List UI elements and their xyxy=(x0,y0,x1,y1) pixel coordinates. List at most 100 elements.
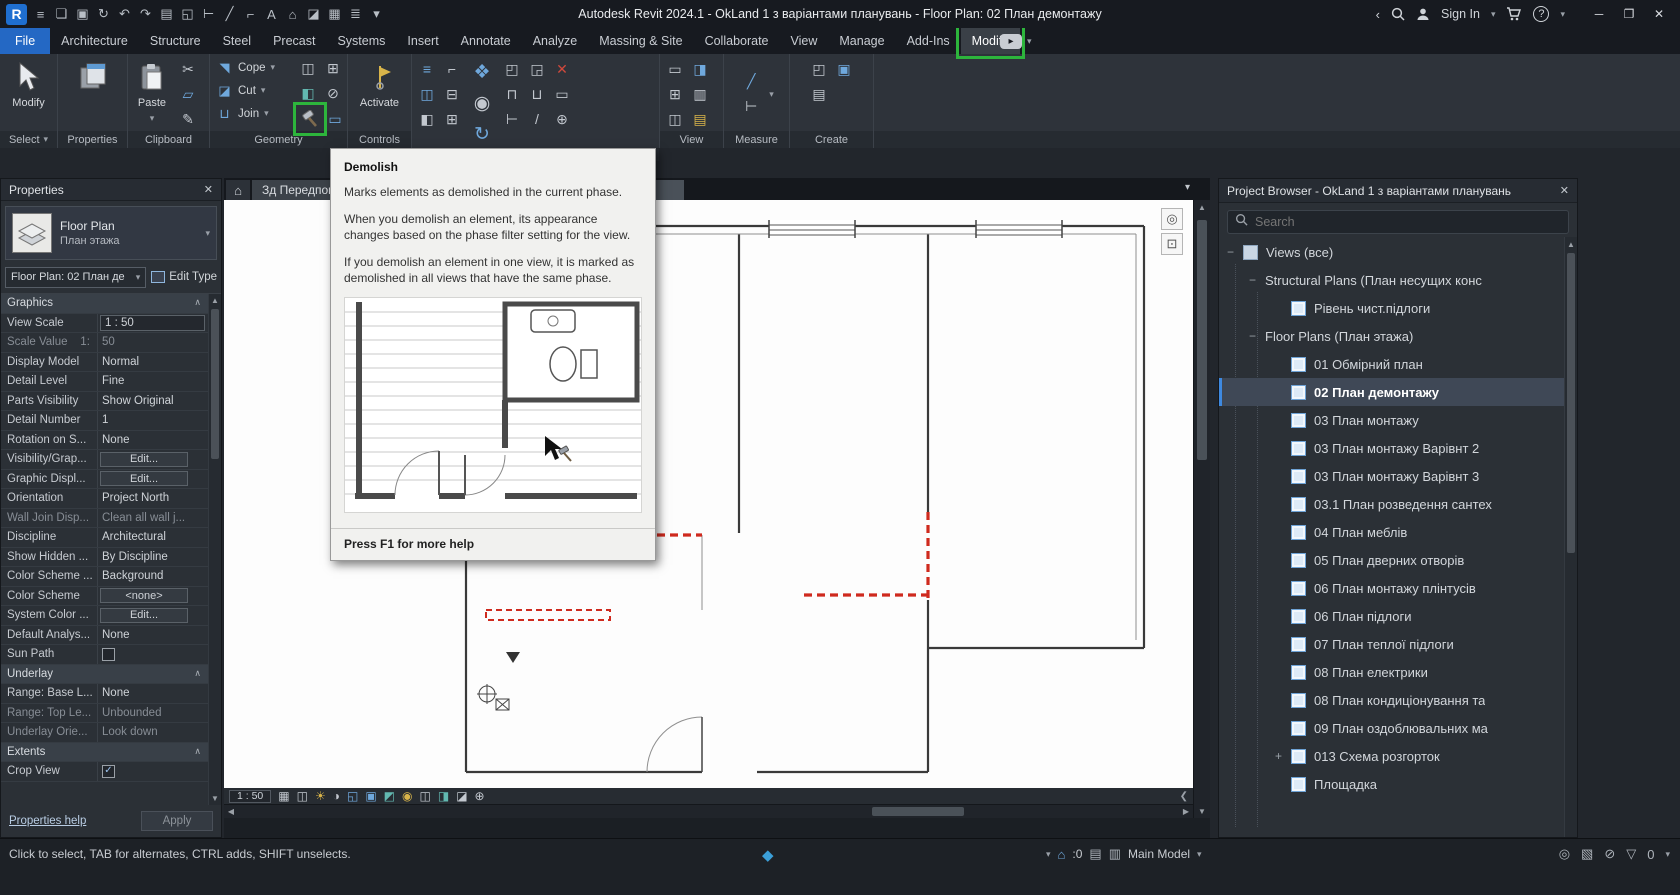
property-value[interactable]: Fine xyxy=(98,375,208,387)
browser-tree-item[interactable]: 07 План теплої підлоги xyxy=(1219,630,1564,658)
property-row[interactable]: Range: Base L... None xyxy=(1,684,208,704)
property-value[interactable]: Normal xyxy=(98,356,208,368)
property-row[interactable]: Wall Join Disp... Clean all wall j... xyxy=(1,508,208,528)
browser-tree-item[interactable]: 03 План монтажу Варівнт 3 xyxy=(1219,462,1564,490)
measure-caret-icon[interactable]: ▾ xyxy=(769,89,774,100)
split-icon[interactable]: ◧ xyxy=(415,107,439,131)
property-value[interactable]: Background xyxy=(98,570,208,582)
property-value[interactable]: Look down xyxy=(98,726,208,738)
browser-tree-item[interactable]: 06 План підлоги xyxy=(1219,602,1564,630)
property-row[interactable]: Graphic Displ... Edit... xyxy=(1,469,208,489)
join-unjoin-icon[interactable]: ⊕ xyxy=(550,107,574,131)
dimension-icon[interactable]: ⊢ xyxy=(198,3,219,25)
paste-button[interactable]: Paste ▾ xyxy=(131,57,173,129)
tab-architecture[interactable]: Architecture xyxy=(50,28,139,54)
workset-panel-icon[interactable]: ▤ xyxy=(1089,846,1101,862)
split-element-icon[interactable]: / xyxy=(525,107,549,131)
property-value[interactable]: None xyxy=(98,434,208,446)
browser-tree-item[interactable]: 03 План монтажу xyxy=(1219,406,1564,434)
panel-label-select[interactable]: Select ▾ xyxy=(0,131,57,148)
create-group-icon[interactable]: ◰ xyxy=(807,57,831,81)
property-row[interactable]: Color Scheme <none> xyxy=(1,586,208,606)
show-crop-region-icon[interactable]: ▣ xyxy=(365,790,376,802)
create-parts-icon[interactable]: ▣ xyxy=(832,57,856,81)
reveal-constraints-icon[interactable]: ⊕ xyxy=(475,790,485,802)
property-value[interactable]: By Discipline xyxy=(98,551,208,563)
type-selector[interactable]: Floor Plan План этажа ▾ xyxy=(5,206,217,260)
instance-combo[interactable]: Floor Plan: 02 План де ▾ xyxy=(5,266,147,288)
type-selector-caret-icon[interactable]: ▾ xyxy=(205,228,210,239)
property-row[interactable]: Crop View xyxy=(1,762,208,782)
property-row[interactable]: Rotation on S... None xyxy=(1,430,208,450)
align-icon[interactable]: ≡ xyxy=(415,57,439,81)
tab-massing-site[interactable]: Massing & Site xyxy=(588,28,693,54)
scroll-down-icon[interactable]: ▼ xyxy=(209,792,221,805)
property-value[interactable]: 1 : 50 xyxy=(100,314,205,331)
create-assembly-icon[interactable]: ▤ xyxy=(807,82,831,106)
shadows-icon[interactable]: ◑ xyxy=(333,790,340,802)
browser-tree-item[interactable]: 06 План монтажу плінтусів xyxy=(1219,574,1564,602)
sync-icon[interactable]: ↻ xyxy=(93,3,114,25)
property-value[interactable] xyxy=(98,765,208,778)
property-row[interactable]: Color Scheme ... Background xyxy=(1,567,208,587)
unpin-icon[interactable]: ▭ xyxy=(550,82,574,106)
thin-lines-icon[interactable]: ≣ xyxy=(345,3,366,25)
reveal-hidden-ribbon-icon[interactable]: ▤ xyxy=(688,107,712,131)
property-value[interactable]: Edit... xyxy=(100,607,188,623)
browser-tree-item[interactable]: 08 План кондиціонування та xyxy=(1219,686,1564,714)
beam-cope-icon[interactable]: ⊞ xyxy=(321,56,345,80)
browser-tree-item[interactable]: Рівень чист.підлоги xyxy=(1219,294,1564,322)
scroll-left-icon[interactable]: ◀ xyxy=(224,805,238,818)
section-icon[interactable]: ◪ xyxy=(303,3,324,25)
pin-icon[interactable]: ⊔ xyxy=(525,82,549,106)
editable-only-icon[interactable]: ⌂ xyxy=(1058,847,1066,862)
sign-in-link[interactable]: Sign In xyxy=(1441,7,1480,21)
property-row[interactable]: Detail Number 1 xyxy=(1,411,208,431)
help-icon[interactable]: ? xyxy=(1533,6,1550,22)
selection-filter-icon[interactable]: ▽ xyxy=(1626,846,1636,862)
revit-logo[interactable]: R xyxy=(6,3,27,25)
help-caret-icon[interactable]: ▾ xyxy=(1560,9,1565,20)
browser-tree-item[interactable]: 08 План електрики xyxy=(1219,658,1564,686)
qat-customize-icon[interactable]: ▾ xyxy=(366,3,387,25)
override-graphics-icon[interactable]: ⊞ xyxy=(663,82,687,106)
property-row[interactable]: Orientation Project North xyxy=(1,489,208,509)
property-row[interactable]: Range: Top Le... Unbounded xyxy=(1,703,208,723)
property-row[interactable]: Display Model Normal xyxy=(1,352,208,372)
rotate-icon[interactable]: ↻ xyxy=(467,119,497,149)
tab-add-ins[interactable]: Add-Ins xyxy=(896,28,961,54)
measure-qat-icon[interactable]: ⌐ xyxy=(240,3,261,25)
tab-view[interactable]: View xyxy=(780,28,829,54)
property-row[interactable]: Sun Path xyxy=(1,645,208,665)
tab-insert[interactable]: Insert xyxy=(396,28,449,54)
tree-expander-icon[interactable]: − xyxy=(1249,273,1265,287)
visual-style-icon[interactable]: ◫ xyxy=(297,790,308,802)
browser-tree-item[interactable]: 02 План демонтажу xyxy=(1219,378,1564,406)
zoom-control-icon[interactable]: ⊡ xyxy=(1161,233,1183,255)
offset-icon[interactable]: ⌐ xyxy=(440,57,464,81)
view-bar-expand-icon[interactable]: ❮ xyxy=(1180,791,1188,802)
property-row[interactable]: Extents xyxy=(1,742,208,762)
press-drag-icon[interactable]: ⊘ xyxy=(1604,846,1615,862)
tab-manage[interactable]: Manage xyxy=(828,28,895,54)
join-button[interactable]: ⊔ Join ▾ xyxy=(213,102,293,125)
tree-expander-icon[interactable]: − xyxy=(1227,245,1243,259)
browser-tree-item[interactable]: Площадка xyxy=(1219,770,1564,798)
browser-tree-item[interactable]: 05 План дверних отворів xyxy=(1219,546,1564,574)
paint-icon[interactable]: ◧ xyxy=(296,81,320,105)
scale-control[interactable]: 1 : 50 xyxy=(229,789,272,803)
print-icon[interactable]: ▤ xyxy=(156,3,177,25)
cut-profile-icon[interactable]: ◫ xyxy=(663,107,687,131)
browser-tree-item[interactable]: − Views (все) xyxy=(1219,238,1564,266)
default-3d-view-icon[interactable]: ⌂ xyxy=(282,3,303,25)
properties-toggle-button[interactable] xyxy=(68,57,118,129)
modify-tool-button[interactable]: Modify xyxy=(4,57,54,129)
line-style-icon[interactable]: ╱ xyxy=(219,3,240,25)
aligned-dimension-icon[interactable]: ⊢ xyxy=(739,95,763,119)
property-row[interactable]: Graphics xyxy=(1,294,208,314)
tab-precast[interactable]: Precast xyxy=(262,28,326,54)
navigation-wheel-icon[interactable]: ◎ xyxy=(1161,208,1183,230)
wall-sweep-icon[interactable]: ◫ xyxy=(296,56,320,80)
search-icon[interactable] xyxy=(1391,7,1405,21)
browser-tree-item[interactable]: 04 План меблів xyxy=(1219,518,1564,546)
